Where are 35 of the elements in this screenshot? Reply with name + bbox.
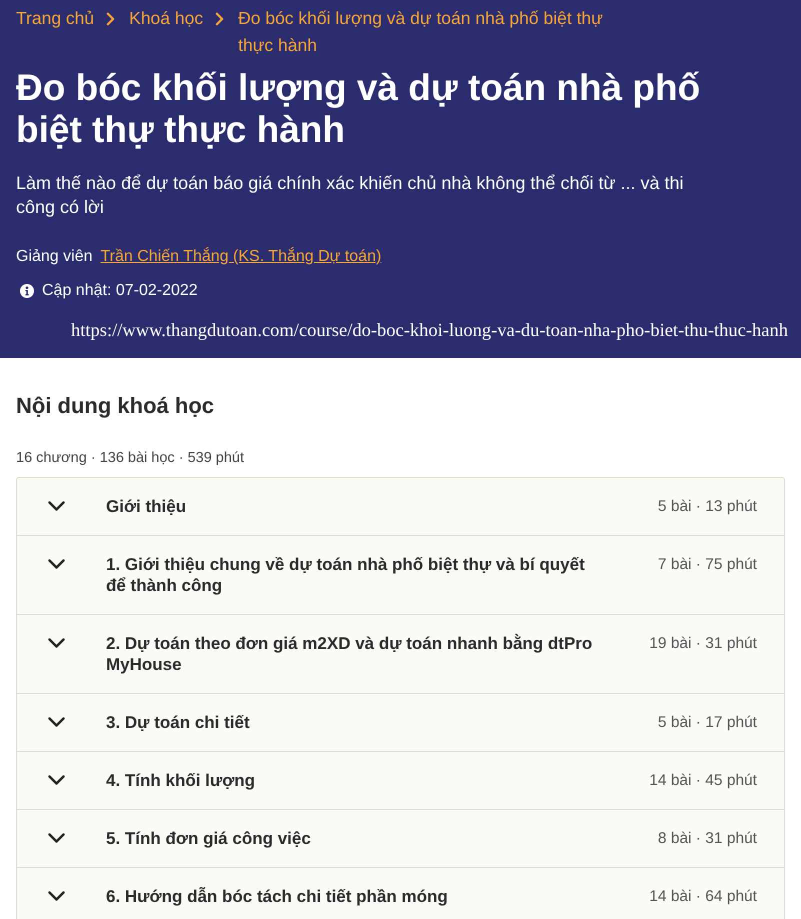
breadcrumb-link[interactable]: Khoá học (129, 5, 204, 32)
instructor-label: Giảng viên (16, 247, 92, 267)
course-subtitle: Làm thế nào để dự toán báo giá chính xác khiến chủ nhà không thể chối từ ... và thi công có lời (16, 172, 685, 219)
section-heading: Nội dung khoá học (16, 392, 215, 420)
chapter-meta: 8 bài · 31 phút (658, 829, 757, 849)
chapter-row[interactable]: 6. Hướng dẫn bóc tách chi tiết phần móng 14 bài · 64 phút (17, 867, 784, 919)
chapter-title: 2. Dự toán theo đơn giá m2XD và dự toán nhanh bằng dtPro MyHouse (106, 633, 594, 675)
breadcrumb-link[interactable]: Đo bóc khối lượng và dự toán nhà phố biệt thự thực hành (238, 5, 631, 59)
chapter-meta: 7 bài · 75 phút (658, 555, 757, 575)
chapter-meta: 14 bài · 64 phút (649, 887, 757, 907)
chapter-title: Giới thiệu (106, 496, 188, 517)
chevron-right-icon (106, 12, 116, 26)
chapter-meta: 14 bài · 45 phút (649, 771, 757, 791)
info-icon (20, 284, 34, 298)
chapter-row[interactable]: Giới thiệu 5 bài · 13 phút (17, 478, 784, 535)
chapter-meta: 19 bài · 31 phút (649, 634, 757, 654)
last-updated-text: Cập nhật: 07-02-2022 (42, 281, 198, 301)
chapter-row[interactable]: 5. Tính đơn giá công việc 8 bài · 31 phút (17, 809, 784, 867)
chapter-row[interactable]: 4. Tính khối lượng 14 bài · 45 phút (17, 751, 784, 809)
chapter-title: 4. Tính khối lượng (106, 770, 256, 791)
page-url-text: https://www.thangdutoan.com/course/do-boc-khoi-luong-va-du-toan-nha-pho-biet-thu-thuc-hanh (70, 320, 788, 343)
chapter-row[interactable]: 3. Dự toán chi tiết 5 bài · 17 phút (17, 693, 784, 751)
chapter-title: 3. Dự toán chi tiết (106, 712, 251, 733)
instructor-link[interactable]: Trần Chiến Thắng (KS. Thắng Dự toán) (100, 245, 382, 269)
chapter-title: 1. Giới thiệu chung về dự toán nhà phố biệt thự và bí quyết để thành công (106, 554, 586, 596)
breadcrumb-link[interactable]: Trang chủ (16, 5, 94, 32)
chapter-meta: 5 bài · 17 phút (658, 713, 757, 733)
course-title: Đo bóc khối lượng và dự toán nhà phố biệt thự thực hành (16, 67, 702, 151)
chapter-title: 6. Hướng dẫn bóc tách chi tiết phần móng (106, 886, 449, 907)
chapter-meta: 5 bài · 13 phút (658, 497, 757, 517)
chapter-title: 5. Tính đơn giá công việc (106, 828, 312, 849)
chapter-row[interactable]: 1. Giới thiệu chung về dự toán nhà phố biệt thự và bí quyết để thành công 7 bài · 75 phút (17, 535, 784, 614)
chevron-right-icon (215, 12, 224, 26)
chapter-row[interactable]: 2. Dự toán theo đơn giá m2XD và dự toán nhanh bằng dtPro MyHouse 19 bài · 31 phút (17, 614, 784, 693)
course-summary: 16 chương · 136 bài học · 539 phút (16, 449, 246, 468)
